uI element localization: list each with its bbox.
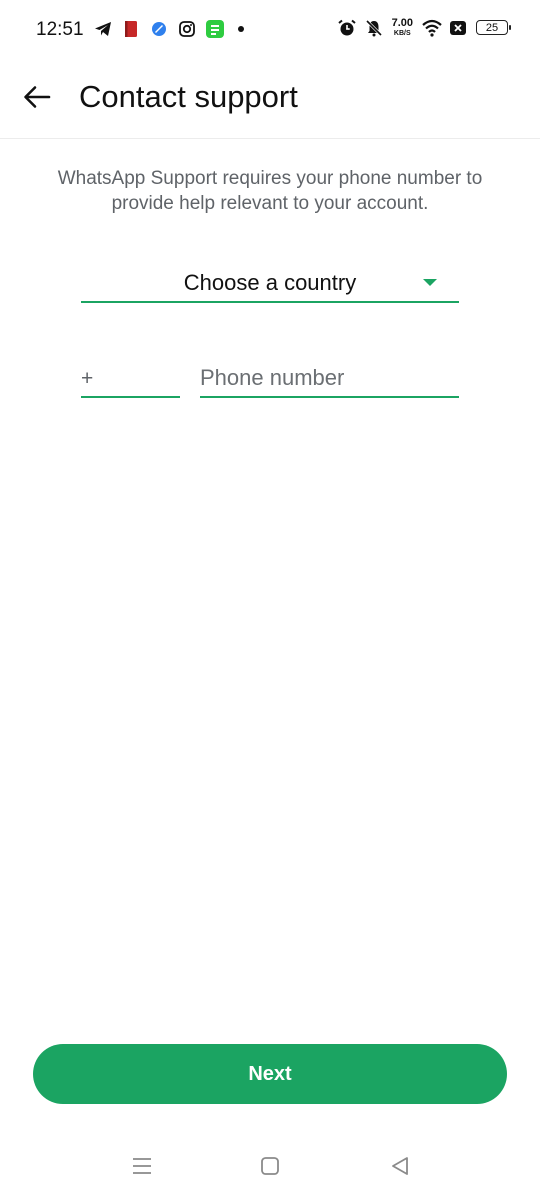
support-description: WhatsApp Support requires your phone num… bbox=[57, 168, 483, 214]
system-icons: 7.00 KB/S 25 bbox=[337, 17, 511, 38]
recent-apps-button[interactable] bbox=[128, 1154, 156, 1182]
country-code-prefix: + bbox=[81, 367, 94, 390]
phone-number-input[interactable] bbox=[200, 364, 455, 392]
wifi-icon bbox=[422, 19, 442, 37]
page-title: Contact support bbox=[79, 79, 298, 114]
blue-app-icon bbox=[150, 20, 168, 38]
alarm-icon bbox=[337, 19, 356, 37]
app-bar: Contact support bbox=[0, 62, 540, 139]
network-speed-unit: KB/S bbox=[393, 30, 411, 37]
battery-indicator: 25 bbox=[476, 20, 511, 35]
phone-number-field[interactable] bbox=[200, 360, 459, 398]
country-code-field[interactable]: + bbox=[81, 360, 180, 398]
next-button[interactable]: Next bbox=[33, 1044, 507, 1104]
telegram-icon bbox=[94, 20, 112, 38]
system-nav-bar bbox=[0, 1140, 540, 1200]
menu-lines-icon bbox=[131, 1156, 153, 1181]
back-triangle-icon bbox=[389, 1155, 411, 1182]
instagram-icon bbox=[178, 20, 196, 38]
home-square-icon bbox=[259, 1155, 281, 1182]
country-code-input[interactable] bbox=[99, 364, 177, 392]
network-speed: 7.00 KB/S bbox=[391, 17, 413, 38]
status-time: 12:51 bbox=[36, 19, 84, 40]
more-notifications-dot bbox=[238, 26, 244, 32]
status-bar: 12:51 7.00 KB/S 25 bbox=[0, 0, 540, 62]
network-speed-value: 7.00 bbox=[391, 17, 413, 29]
notification-icons bbox=[94, 20, 244, 38]
country-select[interactable]: Choose a country bbox=[81, 264, 459, 303]
dropdown-caret-icon bbox=[423, 279, 437, 286]
green-app-icon bbox=[206, 20, 224, 38]
back-arrow-icon bbox=[23, 85, 51, 114]
country-select-label: Choose a country bbox=[183, 270, 357, 295]
home-button[interactable] bbox=[256, 1154, 284, 1182]
no-sim-icon bbox=[449, 19, 467, 37]
nav-back-button[interactable] bbox=[386, 1154, 414, 1182]
back-button[interactable] bbox=[18, 80, 56, 118]
notebook-app-icon bbox=[122, 20, 140, 38]
mute-bell-icon bbox=[365, 19, 383, 37]
